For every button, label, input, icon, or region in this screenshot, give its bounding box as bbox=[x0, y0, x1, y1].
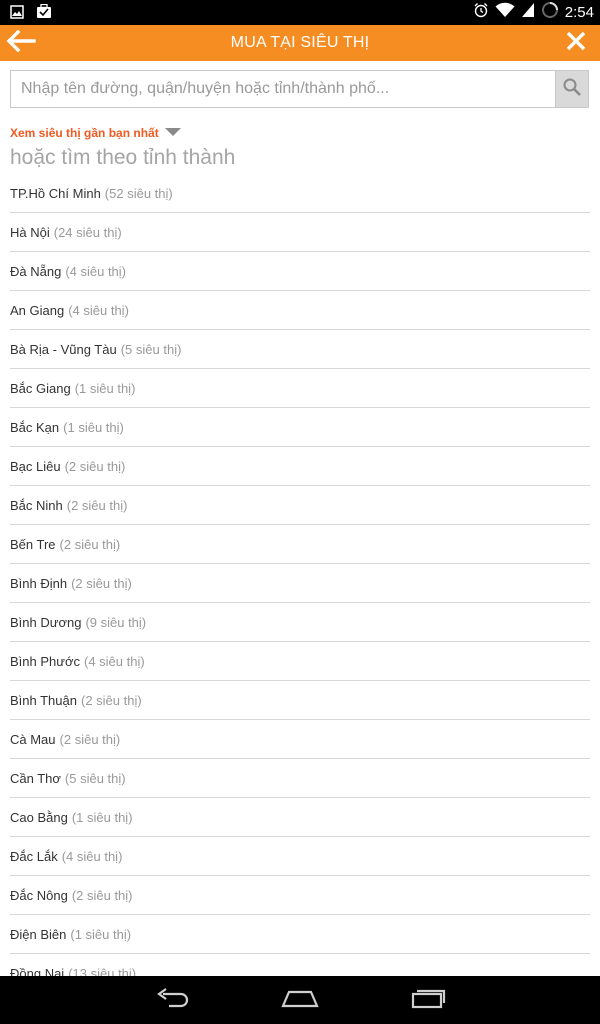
status-time: 2:54 bbox=[564, 4, 594, 21]
province-item[interactable]: Cần Thơ (5 siêu thị) bbox=[10, 759, 590, 798]
store-count: (13 siêu thị) bbox=[68, 965, 137, 977]
province-name: Đắc Lắk bbox=[10, 848, 58, 864]
nearby-stores-label: Xem siêu thị gần bạn nhất bbox=[10, 126, 159, 140]
store-count: (2 siêu thị) bbox=[80, 692, 142, 708]
store-count: (4 siêu thị) bbox=[68, 302, 129, 318]
store-count: (4 siêu thị) bbox=[61, 848, 123, 864]
province-name: Cao Bằng bbox=[10, 809, 68, 825]
loading-icon bbox=[541, 1, 559, 24]
province-item[interactable]: Bắc Ninh (2 siêu thị) bbox=[10, 486, 590, 525]
page-title: MUA TẠI SIÊU THỊ bbox=[230, 34, 370, 51]
province-section-title: hoặc tìm theo tỉnh thành bbox=[10, 146, 236, 169]
store-count: (52 siêu thị) bbox=[104, 185, 173, 201]
home-nav-icon bbox=[281, 988, 319, 1013]
app-header: MUA TẠI SIÊU THỊ bbox=[0, 25, 600, 61]
store-count: (5 siêu thị) bbox=[120, 341, 182, 357]
province-item[interactable]: Bình Dương (9 siêu thị) bbox=[10, 603, 590, 642]
close-button[interactable] bbox=[560, 28, 592, 58]
back-nav-button[interactable] bbox=[137, 976, 207, 1024]
province-name: Bình Định bbox=[10, 575, 68, 591]
status-right: 2:54 bbox=[473, 2, 594, 23]
province-item[interactable]: Bạc Liêu (2 siêu thị) bbox=[10, 447, 590, 486]
search-icon bbox=[562, 77, 582, 102]
search-button[interactable] bbox=[555, 71, 588, 107]
province-name: Bến Tre bbox=[10, 536, 56, 552]
province-item[interactable]: Đà Nẵng (4 siêu thị) bbox=[10, 252, 590, 291]
store-count: (2 siêu thị) bbox=[59, 731, 121, 747]
store-count: (2 siêu thị) bbox=[71, 887, 133, 903]
province-item[interactable]: Cà Mau (2 siêu thị) bbox=[10, 720, 590, 759]
caret-down-icon bbox=[164, 124, 181, 142]
store-count: (2 siêu thị) bbox=[66, 497, 128, 513]
province-name: Đà Nẵng bbox=[10, 263, 62, 279]
province-item[interactable]: TP.Hồ Chí Minh (52 siêu thị) bbox=[10, 174, 590, 213]
alarm-icon bbox=[473, 2, 489, 23]
status-left bbox=[10, 3, 52, 24]
back-nav-icon bbox=[155, 987, 189, 1013]
store-count: (2 siêu thị) bbox=[71, 575, 132, 591]
province-name: Bình Dương bbox=[10, 614, 82, 630]
province-name: Hà Nội bbox=[10, 224, 50, 240]
navigation-bar bbox=[0, 976, 600, 1024]
briefcase-icon bbox=[36, 3, 52, 24]
province-item[interactable]: Đắc Lắk (4 siêu thị) bbox=[10, 837, 590, 876]
province-item[interactable]: Bến Tre (2 siêu thị) bbox=[10, 525, 590, 564]
store-count: (24 siêu thị) bbox=[53, 224, 122, 240]
signal-icon bbox=[521, 2, 535, 23]
province-item[interactable]: Cao Bằng (1 siêu thị) bbox=[10, 798, 590, 837]
province-name: An Giang bbox=[10, 302, 65, 318]
province-item[interactable]: Bà Rịa - Vũng Tàu (5 siêu thị) bbox=[10, 330, 590, 369]
province-item[interactable]: An Giang (4 siêu thị) bbox=[10, 291, 590, 330]
province-name: Bắc Giang bbox=[10, 380, 71, 396]
nearby-stores-link[interactable]: Xem siêu thị gần bạn nhất bbox=[10, 124, 181, 142]
province-name: Bắc Ninh bbox=[10, 497, 63, 513]
recent-apps-button[interactable] bbox=[394, 976, 464, 1024]
store-count: (5 siêu thị) bbox=[64, 770, 126, 786]
store-count: (2 siêu thị) bbox=[64, 458, 126, 474]
province-item[interactable]: Đồng Nai (13 siêu thị) bbox=[10, 954, 590, 977]
status-bar: 2:54 bbox=[0, 0, 600, 25]
province-name: Bắc Kạn bbox=[10, 419, 60, 435]
province-name: Đồng Nai bbox=[10, 965, 65, 977]
province-item[interactable]: Đắc Nông (2 siêu thị) bbox=[10, 876, 590, 915]
store-count: (1 siêu thị) bbox=[70, 926, 132, 942]
province-list: TP.Hồ Chí Minh (52 siêu thị) Hà Nội (24 siê… bbox=[10, 174, 590, 976]
province-item[interactable]: Bình Thuận (2 siêu thị) bbox=[10, 681, 590, 720]
close-icon bbox=[565, 30, 587, 57]
recent-apps-icon bbox=[411, 987, 447, 1014]
province-item[interactable]: Bắc Kạn (1 siêu thị) bbox=[10, 408, 590, 447]
province-name: Bạc Liêu bbox=[10, 458, 61, 474]
province-item[interactable]: Bình Phước (4 siêu thị) bbox=[10, 642, 590, 681]
wifi-icon bbox=[495, 2, 515, 23]
province-name: TP.Hồ Chí Minh bbox=[10, 185, 101, 201]
province-name: Điện Biên bbox=[10, 926, 67, 942]
province-name: Bình Phước bbox=[10, 653, 80, 669]
search-box bbox=[10, 70, 589, 108]
store-count: (1 siêu thị) bbox=[71, 809, 133, 825]
province-item[interactable]: Điện Biên (1 siêu thị) bbox=[10, 915, 590, 954]
store-count: (4 siêu thị) bbox=[65, 263, 127, 279]
province-name: Bình Thuận bbox=[10, 692, 77, 708]
province-name: Đắc Nông bbox=[10, 887, 68, 903]
store-count: (4 siêu thị) bbox=[83, 653, 145, 669]
store-count: (2 siêu thị) bbox=[59, 536, 121, 552]
province-name: Cần Thơ bbox=[10, 770, 61, 786]
image-icon bbox=[10, 4, 24, 24]
store-count: (1 siêu thị) bbox=[63, 419, 124, 435]
search-input[interactable] bbox=[11, 71, 556, 107]
province-name: Bà Rịa - Vũng Tàu bbox=[10, 341, 117, 357]
store-count: (9 siêu thị) bbox=[85, 614, 147, 630]
province-item[interactable]: Hà Nội (24 siêu thị) bbox=[10, 213, 590, 252]
home-nav-button[interactable] bbox=[265, 976, 335, 1024]
province-item[interactable]: Bắc Giang (1 siêu thị) bbox=[10, 369, 590, 408]
province-item[interactable]: Bình Định (2 siêu thị) bbox=[10, 564, 590, 603]
store-count: (1 siêu thị) bbox=[74, 380, 136, 396]
province-name: Cà Mau bbox=[10, 731, 56, 747]
